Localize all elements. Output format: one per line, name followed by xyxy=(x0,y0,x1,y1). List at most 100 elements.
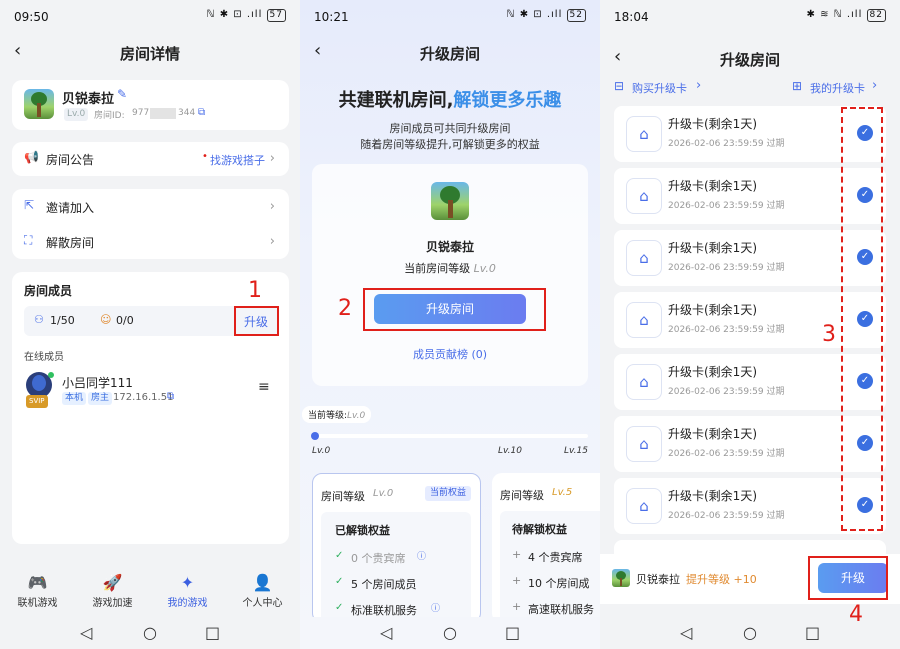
game-icon xyxy=(431,182,469,220)
recents-square-icon[interactable]: □ xyxy=(805,623,820,642)
recents-square-icon[interactable]: □ xyxy=(205,623,220,642)
page-title: 升级房间 xyxy=(719,51,780,69)
house-up-icon: ⌂ xyxy=(626,488,662,524)
benefit-item: 4 个贵宾席 xyxy=(528,551,583,564)
upgrade-room-screen: 10:21 ℕ ✱ ⊡ .ıll 52 ‹ 升级房间 共建联机房间,解锁更多乐趣… xyxy=(300,0,600,649)
card-expire: 2026-02-06 23:59:59 过期 xyxy=(668,201,785,211)
status-icons: ℕ ✱ ⊡ .ıll 52 xyxy=(507,9,586,22)
room-name: 贝锐泰拉 xyxy=(425,240,474,254)
tab-my-games[interactable]: ✦ 我的游戏 xyxy=(150,573,225,609)
battery-icon: 52 xyxy=(566,9,586,22)
page-title: 升级房间 xyxy=(419,45,480,63)
house-up-icon: ⌂ xyxy=(626,364,662,400)
plus-icon: + xyxy=(512,600,522,613)
benefit-item: 0 个贵宾席 xyxy=(351,552,406,565)
edit-icon[interactable]: ✎ xyxy=(117,87,127,101)
find-partner-link[interactable]: 找游戏搭子 xyxy=(210,152,265,168)
card-expire: 2026-02-06 23:59:59 过期 xyxy=(668,263,785,273)
tick-label: Lv.10 xyxy=(498,446,522,456)
members-title: 房间成员 xyxy=(24,284,73,298)
progress-label: 当前等级: xyxy=(308,411,348,421)
user-icon: 👤 xyxy=(252,573,273,592)
copy-icon[interactable]: ⧉ xyxy=(198,107,205,118)
card-name: 升级卡(剩余1天) xyxy=(668,241,757,255)
menu-icon[interactable]: ≡ xyxy=(258,379,270,395)
home-circle-icon[interactable]: ○ xyxy=(743,623,757,642)
invite-label: 邀请加入 xyxy=(46,201,95,215)
home-circle-icon[interactable]: ○ xyxy=(143,623,157,642)
dissolve-label: 解散房间 xyxy=(46,236,95,250)
level-label: 当前房间等级 xyxy=(404,262,471,275)
status-bar: 10:21 ℕ ✱ ⊡ .ıll 52 xyxy=(300,0,600,34)
list-item[interactable] xyxy=(614,540,886,554)
red-dot-icon: • xyxy=(202,151,208,162)
online-dot-icon xyxy=(48,372,54,378)
status-time: 10:21 xyxy=(314,10,349,24)
help-icon[interactable]: ⓘ xyxy=(431,601,440,614)
copy-icon[interactable]: ⧉ xyxy=(167,391,174,402)
tab-label: 联机游戏 xyxy=(17,598,58,609)
card-name: 升级卡(剩余1天) xyxy=(668,365,757,379)
annotation-box-3 xyxy=(841,107,883,531)
card-expire: 2026-02-06 23:59:59 过期 xyxy=(668,325,785,335)
online-title: 在线成员 xyxy=(24,352,64,363)
room-detail-screen: 09:50 ℕ ✱ ⊡ .ıll 57 ‹ 房间详情 贝锐泰拉 ✎ Lv.0 房… xyxy=(0,0,300,649)
guest-count: 0/0 xyxy=(116,314,134,327)
person-icon: ⚇ xyxy=(34,313,44,326)
tab-profile[interactable]: 👤 个人中心 xyxy=(225,573,300,609)
room-id-value: 977 xyxy=(132,108,150,118)
locked-title: 待解锁权益 xyxy=(512,523,567,536)
tab-accelerate[interactable]: 🚀 游戏加速 xyxy=(75,573,150,609)
game-icon xyxy=(612,569,630,587)
battery-icon: 82 xyxy=(866,9,886,22)
headline-part-b: 解锁更多乐趣 xyxy=(453,90,562,111)
my-cards-link[interactable]: 我的升级卡 xyxy=(810,80,865,96)
announcement-row[interactable]: 📢 房间公告 • 找游戏搭子 › xyxy=(12,142,289,176)
plus-icon: + xyxy=(512,548,522,561)
dissolve-row[interactable]: ⛶ 解散房间 › xyxy=(12,224,289,259)
dissolve-icon: ⛶ xyxy=(24,233,33,247)
back-triangle-icon[interactable]: ◁ xyxy=(80,623,92,642)
room-level-badge: Lv.0 xyxy=(64,108,89,121)
footer-room-name: 贝锐泰拉 xyxy=(636,573,680,586)
benefit-item: 10 个房间成 xyxy=(528,577,590,590)
benefit-item: 5 个房间成员 xyxy=(351,578,417,591)
subtitle-1: 房间成员可共同升级房间 xyxy=(389,122,511,135)
house-up-icon: ⌂ xyxy=(626,302,662,338)
house-up-icon: ⌂ xyxy=(626,240,662,276)
grid-icon: ⊞ xyxy=(792,79,803,93)
benefit-item: 高速联机服务 xyxy=(528,603,594,616)
chevron-right-icon: › xyxy=(269,199,275,214)
system-nav-bar: ◁ ○ □ xyxy=(0,617,300,649)
sparkle-icon: ✦ xyxy=(180,573,195,592)
locked-benefits: 待解锁权益 + 4 个贵宾席 + 10 个房间成 + 高速联机服务 xyxy=(500,511,600,623)
tab-label: 游戏加速 xyxy=(92,598,133,609)
progress-track xyxy=(311,432,588,440)
card-expire: 2026-02-06 23:59:59 过期 xyxy=(668,511,785,521)
unlocked-benefits: 已解锁权益 ✓ 0 个贵宾席 ⓘ ✓ 5 个房间成员 ✓ 标准联机服务 ⓘ xyxy=(321,512,471,624)
room-id-suffix: 344 xyxy=(178,108,196,118)
back-triangle-icon[interactable]: ◁ xyxy=(380,623,392,642)
room-id-label: 房间ID: xyxy=(94,111,125,121)
shop-bag-icon: ⊟ xyxy=(614,79,625,93)
buy-card-link[interactable]: 购买升级卡 xyxy=(632,80,687,96)
announcement-label: 房间公告 xyxy=(46,153,95,167)
help-icon[interactable]: ⓘ xyxy=(417,549,426,562)
tab-online-games[interactable]: 🎮 联机游戏 xyxy=(0,573,75,609)
room-name: 贝锐泰拉 xyxy=(62,92,115,107)
benefit-title: 房间等级 xyxy=(321,490,365,503)
home-circle-icon[interactable]: ○ xyxy=(443,623,457,642)
invite-row[interactable]: ⇱ 邀请加入 › xyxy=(12,189,289,224)
megaphone-icon: 📢 xyxy=(24,150,39,164)
owner-tag: 房主 xyxy=(88,392,113,405)
status-time: 09:50 xyxy=(14,10,49,24)
back-triangle-icon[interactable]: ◁ xyxy=(680,623,692,642)
annotation-box-2 xyxy=(363,288,546,331)
recents-square-icon[interactable]: □ xyxy=(505,623,520,642)
guest-icon: ☺ xyxy=(100,313,112,326)
self-tag: 本机 xyxy=(62,392,87,405)
contribution-link[interactable]: 成员贡献榜 (0) xyxy=(312,346,588,362)
card-name: 升级卡(剩余1天) xyxy=(668,303,757,317)
battery-icon: 57 xyxy=(266,9,286,22)
page-title: 房间详情 xyxy=(119,45,180,63)
